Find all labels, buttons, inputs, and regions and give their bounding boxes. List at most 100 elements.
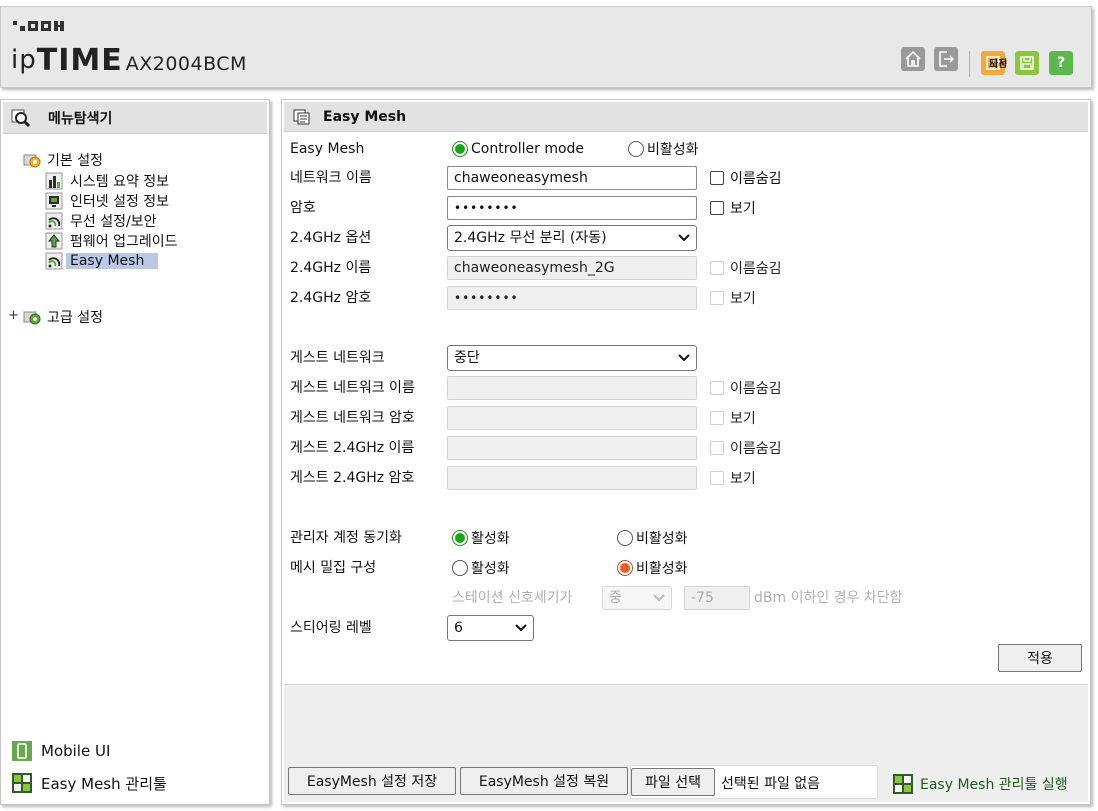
- brand-ip: ip: [11, 45, 37, 75]
- admin-sync-label: 관리자 계정 동기화: [290, 530, 402, 546]
- model-name: AX2004BCM: [125, 53, 247, 75]
- tree-advanced-settings[interactable]: 고급 설정: [23, 307, 103, 327]
- mesh-icon: [45, 252, 63, 270]
- radio-dot: [628, 141, 644, 157]
- name24-label: 2.4GHz 이름: [290, 260, 372, 276]
- upgrade-icon: [45, 232, 63, 250]
- menu-explorer-header: 메뉴탐색기: [3, 102, 267, 134]
- guest-pw24-show-checkbox[interactable]: 보기: [710, 466, 756, 490]
- tree-basic-label: 기본 설정: [47, 153, 103, 169]
- password-input[interactable]: ••••••••: [447, 196, 697, 220]
- tree-basic-settings[interactable]: 기본 설정: [23, 150, 103, 170]
- help-icon: ?: [1049, 51, 1073, 75]
- steering-label: 스티어링 레벨: [290, 620, 372, 636]
- dense-mesh-label: 메시 밀집 구성: [290, 560, 377, 576]
- menu-explorer: 메뉴탐색기 기본 설정 시스템 요약 정보 인터넷 설정 정보 무선 설정/보안: [0, 99, 270, 805]
- save-icon: [1015, 51, 1039, 75]
- easymesh-tool-label: Easy Mesh 관리툴: [41, 774, 167, 793]
- help-label: 도움: [989, 59, 1008, 70]
- signal-level-select[interactable]: 중: [602, 586, 672, 610]
- steering-select[interactable]: 6: [447, 615, 534, 641]
- run-mesh-tool-link[interactable]: Easy Mesh 관리툴 실행: [892, 773, 1068, 795]
- tree-item-label: 펌웨어 업그레이드: [70, 234, 178, 250]
- guest-network-select[interactable]: 중단: [447, 345, 697, 371]
- radio-dot: [452, 141, 468, 157]
- save-config-button[interactable]: EasyMesh 설정 저장: [288, 767, 456, 795]
- guest-name24-label: 게스트 2.4GHz 이름: [290, 440, 415, 456]
- signal-suffix: dBm 이하인 경우 차단함: [754, 590, 903, 606]
- tree-item-system-summary[interactable]: 시스템 요약 정보: [45, 171, 169, 191]
- top-header: ip TIME AX2004BCM 다시 저장 ? 도움: [0, 6, 1092, 88]
- pw24-label: 2.4GHz 암호: [290, 290, 372, 306]
- page-icon: [293, 108, 311, 126]
- network-name-label: 네트워크 이름: [290, 170, 372, 186]
- radio-label: Controller mode: [471, 141, 585, 157]
- brand-time: TIME: [36, 43, 123, 78]
- network-name-input[interactable]: chaweoneasymesh: [447, 166, 697, 190]
- tree-item-internet-info[interactable]: 인터넷 설정 정보: [45, 191, 169, 211]
- guest-name-label: 게스트 네트워크 이름: [290, 380, 415, 396]
- name24-input[interactable]: chaweoneasymesh_2G: [447, 256, 697, 280]
- tree-item-wireless[interactable]: 무선 설정/보안: [45, 211, 156, 231]
- dense-mesh-enable-radio[interactable]: 활성화: [452, 556, 510, 580]
- page-header: Easy Mesh: [284, 102, 1088, 132]
- tree-item-firmware[interactable]: 펌웨어 업그레이드: [45, 231, 178, 251]
- easymesh-controller-radio[interactable]: Controller mode: [452, 137, 584, 161]
- help-button[interactable]: ? 도움: [989, 51, 1073, 75]
- guest-name24-input[interactable]: [447, 436, 697, 460]
- easymesh-disable-radio[interactable]: 비활성화: [628, 137, 699, 161]
- guest-name-hide-checkbox[interactable]: 이름숨김: [710, 376, 782, 400]
- guest-pw-show-checkbox[interactable]: 보기: [710, 406, 756, 430]
- page-title: Easy Mesh: [323, 108, 407, 125]
- folder-gear-icon: [23, 308, 41, 326]
- chart-icon: [45, 172, 63, 190]
- footer-area: EasyMesh 설정 저장 EasyMesh 설정 복원 파일 선택 선택된 …: [284, 684, 1088, 802]
- password-show-checkbox[interactable]: 보기: [710, 196, 756, 220]
- mobile-ui-link[interactable]: Mobile UI: [11, 740, 110, 762]
- tree-item-label: 무선 설정/보안: [70, 214, 157, 230]
- chevron-down-icon: [653, 587, 665, 616]
- choose-file-button[interactable]: 파일 선택: [631, 768, 715, 796]
- tree-item-easymesh[interactable]: Easy Mesh: [45, 251, 159, 271]
- mobile-ui-label: Mobile UI: [41, 742, 111, 760]
- file-picker: 파일 선택 선택된 파일 없음: [630, 765, 878, 799]
- pw24-show-checkbox[interactable]: 보기: [710, 286, 756, 310]
- guest-pw24-input[interactable]: [447, 466, 697, 490]
- admin-sync-disable-radio[interactable]: 비활성화: [617, 526, 688, 550]
- pw24-input[interactable]: ••••••••: [447, 286, 697, 310]
- radio-label: 비활성화: [647, 142, 699, 158]
- wireless-icon: [45, 212, 63, 230]
- easymesh-label: Easy Mesh: [290, 141, 365, 157]
- mobile-icon: [11, 740, 33, 762]
- mesh-tool-icon: [11, 772, 33, 794]
- home-icon[interactable]: [901, 47, 925, 71]
- logout-icon[interactable]: [934, 47, 958, 71]
- apply-button[interactable]: 적용: [998, 644, 1082, 672]
- tree-item-label: 시스템 요약 정보: [70, 174, 170, 190]
- signal-dbm-input[interactable]: -75: [684, 586, 750, 610]
- mesh-tool-icon: [892, 773, 914, 795]
- guest-pw24-label: 게스트 2.4GHz 암호: [290, 470, 415, 486]
- main-panel: Easy Mesh Easy Mesh Controller mode 비활성화…: [281, 99, 1091, 805]
- guest-pw-input[interactable]: [447, 406, 697, 430]
- chevron-down-icon: [678, 346, 690, 378]
- admin-sync-enable-radio[interactable]: 활성화: [452, 526, 510, 550]
- no-file-label: 선택된 파일 없음: [721, 776, 821, 792]
- password-label: 암호: [290, 200, 316, 216]
- name24-hide-checkbox[interactable]: 이름숨김: [710, 256, 782, 280]
- monitor-icon: [45, 192, 63, 210]
- restore-config-button[interactable]: EasyMesh 설정 복원: [460, 767, 628, 795]
- easymesh-tool-link[interactable]: Easy Mesh 관리툴: [11, 772, 167, 794]
- menu-explorer-title: 메뉴탐색기: [48, 110, 113, 127]
- tree-item-label-selected: Easy Mesh: [66, 253, 159, 269]
- guest-name-input[interactable]: [447, 376, 697, 400]
- network-name-hide-checkbox[interactable]: 이름숨김: [710, 166, 782, 190]
- expand-advanced-icon[interactable]: +: [8, 308, 19, 323]
- tree-item-label: 인터넷 설정 정보: [70, 194, 170, 210]
- brand-dots: [13, 21, 64, 31]
- save-button[interactable]: 저장: [989, 51, 1039, 75]
- opt24-label: 2.4GHz 옵션: [290, 230, 372, 246]
- opt24-select[interactable]: 2.4GHz 무선 분리 (자동): [447, 225, 697, 251]
- guest-name24-hide-checkbox[interactable]: 이름숨김: [710, 436, 782, 460]
- dense-mesh-disable-radio[interactable]: 비활성화: [617, 556, 688, 580]
